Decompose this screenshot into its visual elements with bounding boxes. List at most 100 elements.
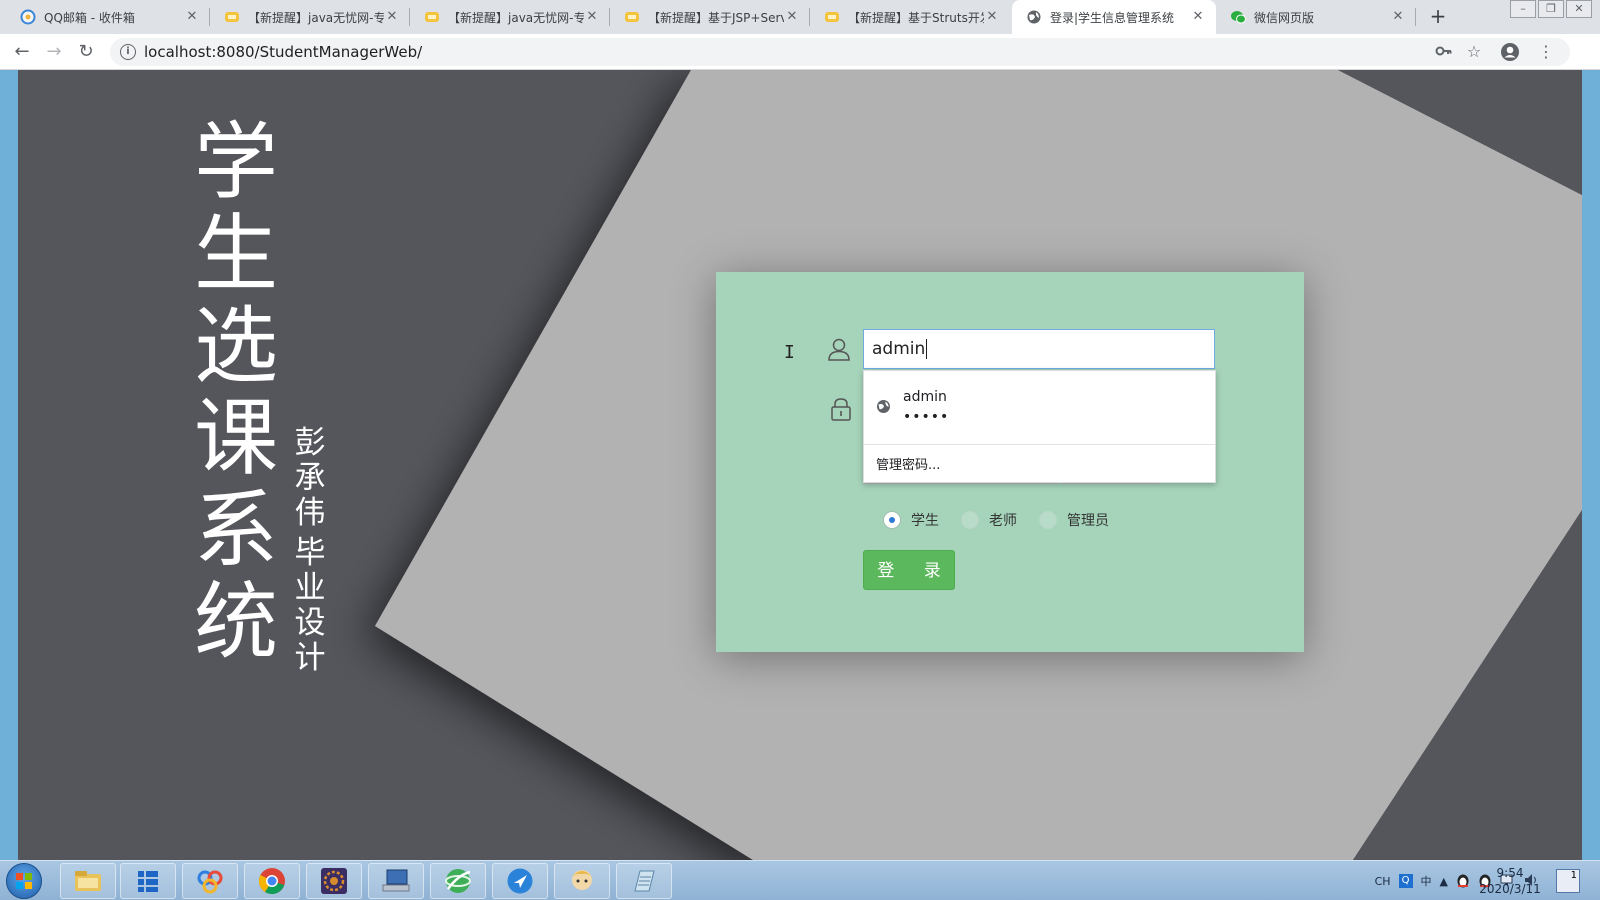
tab-title: 【新提醒】java无忧网-专: [248, 10, 384, 25]
menu-icon[interactable]: ⋮: [1536, 42, 1556, 61]
title-char: 统: [193, 573, 278, 671]
manage-passwords-link[interactable]: 管理密码...: [876, 454, 940, 473]
close-window-icon[interactable]: ✕: [1566, 0, 1592, 18]
title-char: 选: [193, 297, 278, 395]
avatar-app-icon[interactable]: [554, 863, 610, 899]
forum-icon: [824, 9, 840, 25]
clock[interactable]: 9:54 2020/3/11: [1478, 865, 1542, 897]
wechat-icon: [1230, 9, 1246, 25]
role-teacher[interactable]: 老师: [961, 510, 1017, 530]
window-controls: – ❐ ✕: [1508, 0, 1592, 18]
address-bar[interactable]: i localhost:8080/StudentManagerWeb/: [110, 38, 1570, 66]
author-char: 彭: [294, 425, 326, 461]
browser-tab-strip: QQ邮箱 - 收件箱 ✕ 【新提醒】java无忧网-专 ✕ 【新提醒】java无…: [0, 0, 1600, 34]
title-char: 生: [193, 205, 278, 303]
forum-icon: [424, 9, 440, 25]
role-label: 管理员: [1067, 513, 1109, 529]
close-icon[interactable]: ✕: [184, 9, 200, 25]
autofill-password-mask: •••••: [903, 409, 950, 425]
divider: [864, 444, 1215, 445]
login-panel: admin admin ••••• 管理密码... 学生 老师 管理员 登 录: [716, 272, 1304, 652]
login-button[interactable]: 登 录: [863, 550, 955, 590]
tab-title: 【新提醒】基于JSP+Serv: [648, 10, 784, 25]
tab-java-2[interactable]: 【新提醒】java无忧网-专 ✕: [410, 0, 610, 34]
role-admin[interactable]: 管理员: [1039, 510, 1109, 530]
role-label: 老师: [989, 513, 1017, 529]
graduation-design-vertical: 毕 业 设 计: [290, 536, 330, 676]
subtitle-char: 计: [294, 640, 326, 676]
notepad-icon[interactable]: [616, 863, 672, 899]
role-radio-group: 学生 老师 管理员: [883, 510, 1131, 530]
tab-login[interactable]: 登录|学生信息管理系统 ✕: [1012, 0, 1216, 34]
close-icon[interactable]: ✕: [1190, 9, 1206, 25]
forward-icon[interactable]: →: [42, 40, 66, 64]
javaee-ide-icon[interactable]: [306, 863, 362, 899]
minimize-icon[interactable]: –: [1510, 0, 1536, 18]
radio-button[interactable]: [883, 511, 901, 529]
reload-icon[interactable]: ↻: [74, 40, 98, 64]
feather-app-icon[interactable]: [492, 863, 548, 899]
role-label: 学生: [911, 513, 939, 529]
author-char: 伟: [294, 495, 326, 531]
info-icon[interactable]: i: [120, 44, 136, 60]
autofill-suggestion[interactable]: admin •••••: [864, 371, 1215, 444]
subtitle-char: 毕: [294, 535, 326, 571]
file-explorer-icon[interactable]: [60, 863, 116, 899]
title-char: 课: [193, 389, 278, 487]
tab-qq-mail[interactable]: QQ邮箱 - 收件箱 ✕: [6, 0, 210, 34]
start-button[interactable]: [6, 863, 42, 899]
globe-icon: [1026, 9, 1042, 25]
clock-date: 2020/3/11: [1479, 882, 1541, 896]
subtitle-char: 设: [294, 605, 326, 641]
account-icon[interactable]: [1500, 42, 1520, 66]
tab-title: 【新提醒】java无忧网-专: [448, 10, 584, 25]
close-icon[interactable]: ✕: [984, 9, 1000, 25]
new-tab-button[interactable]: +: [1426, 6, 1450, 28]
clock-time: 9:54: [1496, 866, 1524, 880]
tab-struts[interactable]: 【新提醒】基于Struts开发 ✕: [810, 0, 1010, 34]
forum-icon: [224, 9, 240, 25]
close-icon[interactable]: ✕: [384, 9, 400, 25]
radio-button[interactable]: [961, 511, 979, 529]
restore-icon[interactable]: ❐: [1538, 0, 1564, 18]
tab-title: 【新提醒】基于Struts开发: [848, 10, 984, 25]
close-icon[interactable]: ✕: [1390, 9, 1406, 25]
back-icon[interactable]: ←: [10, 40, 34, 64]
input-language[interactable]: CH: [1375, 875, 1391, 888]
show-desktop-icon[interactable]: 1: [1556, 869, 1580, 893]
qq-penguin-icon[interactable]: [1456, 872, 1470, 891]
author-name-vertical: 彭 承 伟: [290, 426, 330, 531]
text-caret: [926, 339, 928, 359]
qq-input-icon[interactable]: Q: [1398, 874, 1413, 888]
text-cursor-icon: I: [784, 342, 795, 363]
close-icon[interactable]: ✕: [584, 9, 600, 25]
tab-title: QQ邮箱 - 收件箱: [44, 10, 135, 25]
network-icon[interactable]: [430, 863, 486, 899]
password-autofill-dropdown: admin ••••• 管理密码...: [863, 370, 1216, 483]
subtitle-char: 业: [294, 570, 326, 606]
qq-mail-icon: [20, 9, 36, 25]
username-value: admin: [872, 339, 926, 359]
system-title-vertical: 学 生 选 课 系 统: [186, 116, 286, 668]
baidu-netdisk-icon[interactable]: [182, 863, 238, 899]
chrome-icon[interactable]: [244, 863, 300, 899]
globe-icon: [876, 399, 891, 414]
key-icon[interactable]: [1434, 42, 1454, 64]
star-icon[interactable]: ☆: [1464, 42, 1484, 61]
show-hidden-icons-icon[interactable]: ▲: [1440, 875, 1448, 888]
role-student[interactable]: 学生: [883, 510, 939, 530]
tab-jsp[interactable]: 【新提醒】基于JSP+Serv ✕: [610, 0, 810, 34]
tile-app-icon[interactable]: [120, 863, 176, 899]
computer-icon[interactable]: [368, 863, 424, 899]
tab-wechat[interactable]: 微信网页版 ✕: [1216, 0, 1416, 34]
title-char: 系: [193, 481, 278, 579]
author-char: 承: [294, 460, 326, 496]
address-text: localhost:8080/StudentManagerWeb/: [144, 43, 423, 61]
tab-title: 微信网页版: [1254, 10, 1315, 25]
close-icon[interactable]: ✕: [784, 9, 800, 25]
tab-java-1[interactable]: 【新提醒】java无忧网-专 ✕: [210, 0, 410, 34]
ime-mode[interactable]: 中: [1421, 873, 1432, 889]
username-input[interactable]: admin: [863, 329, 1215, 369]
radio-button[interactable]: [1039, 511, 1057, 529]
login-page-background: 学 生 选 课 系 统 彭 承 伟 毕 业 设 计 admin admin ••…: [18, 70, 1582, 860]
